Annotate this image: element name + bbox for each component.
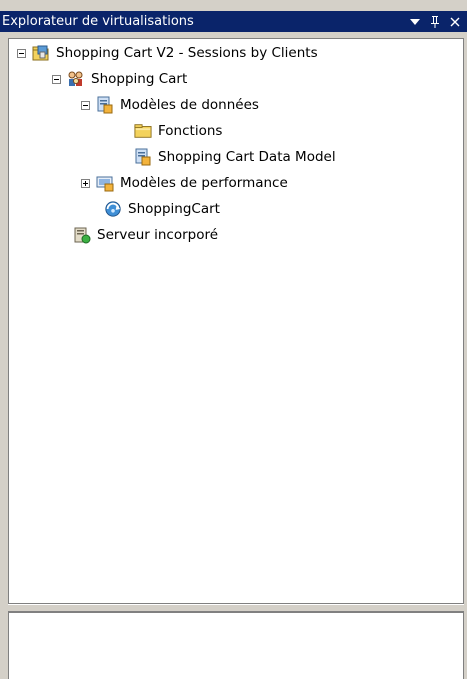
tree-item-data-model[interactable]: Shopping Cart Data Model — [134, 147, 337, 167]
tree-item-root[interactable]: Shopping Cart V2 - Sessions by Clients — [17, 43, 319, 63]
tree-item-label: Fonctions — [158, 123, 223, 139]
tree-item-label: Serveur incorporé — [97, 227, 219, 243]
tree-item-label: Shopping Cart Data Model — [158, 149, 336, 165]
folder-icon — [134, 122, 152, 140]
properties-pane — [8, 612, 464, 679]
server-icon — [73, 226, 91, 244]
tree-item-shopping-cart[interactable]: Shopping Cart — [52, 69, 188, 89]
data-model-icon — [134, 148, 152, 166]
tree-item-label: ShoppingCart — [128, 201, 220, 217]
dropdown-menu-icon[interactable] — [407, 14, 423, 30]
expand-icon[interactable] — [81, 178, 90, 188]
performance-model-icon — [96, 174, 114, 192]
people-icon — [67, 70, 85, 88]
close-icon[interactable] — [447, 14, 463, 30]
tree-item-label: Shopping Cart V2 - Sessions by Clients — [56, 45, 318, 61]
collapse-icon[interactable] — [81, 100, 90, 110]
tree-item-label: Modèles de données — [120, 97, 259, 113]
panel-title: Explorateur de virtualisations — [2, 14, 194, 29]
tree-item-fonctions[interactable]: Fonctions — [134, 121, 223, 141]
panel-titlebar: Explorateur de virtualisations — [0, 11, 467, 32]
collapse-icon[interactable] — [52, 74, 61, 84]
collapse-icon[interactable] — [17, 48, 26, 58]
data-model-icon — [96, 96, 114, 114]
service-icon — [104, 200, 122, 218]
tree-item-performance-models[interactable]: Modèles de performance — [81, 173, 289, 193]
tree-item-label: Modèles de performance — [120, 175, 288, 191]
tree-item-shoppingcart-service[interactable]: ShoppingCart — [104, 199, 221, 219]
tree-item-label: Shopping Cart — [91, 71, 188, 87]
folder-project-icon — [32, 44, 50, 62]
tree-view[interactable]: Shopping Cart V2 - Sessions by Clients S… — [8, 38, 464, 604]
panel-splitter[interactable] — [8, 604, 464, 612]
pin-icon[interactable] — [427, 14, 443, 30]
tree-item-data-models[interactable]: Modèles de données — [81, 95, 260, 115]
virtualization-explorer-panel: Explorateur de virtualisations Shopping … — [0, 0, 467, 679]
tree-item-server[interactable]: Serveur incorporé — [73, 225, 219, 245]
